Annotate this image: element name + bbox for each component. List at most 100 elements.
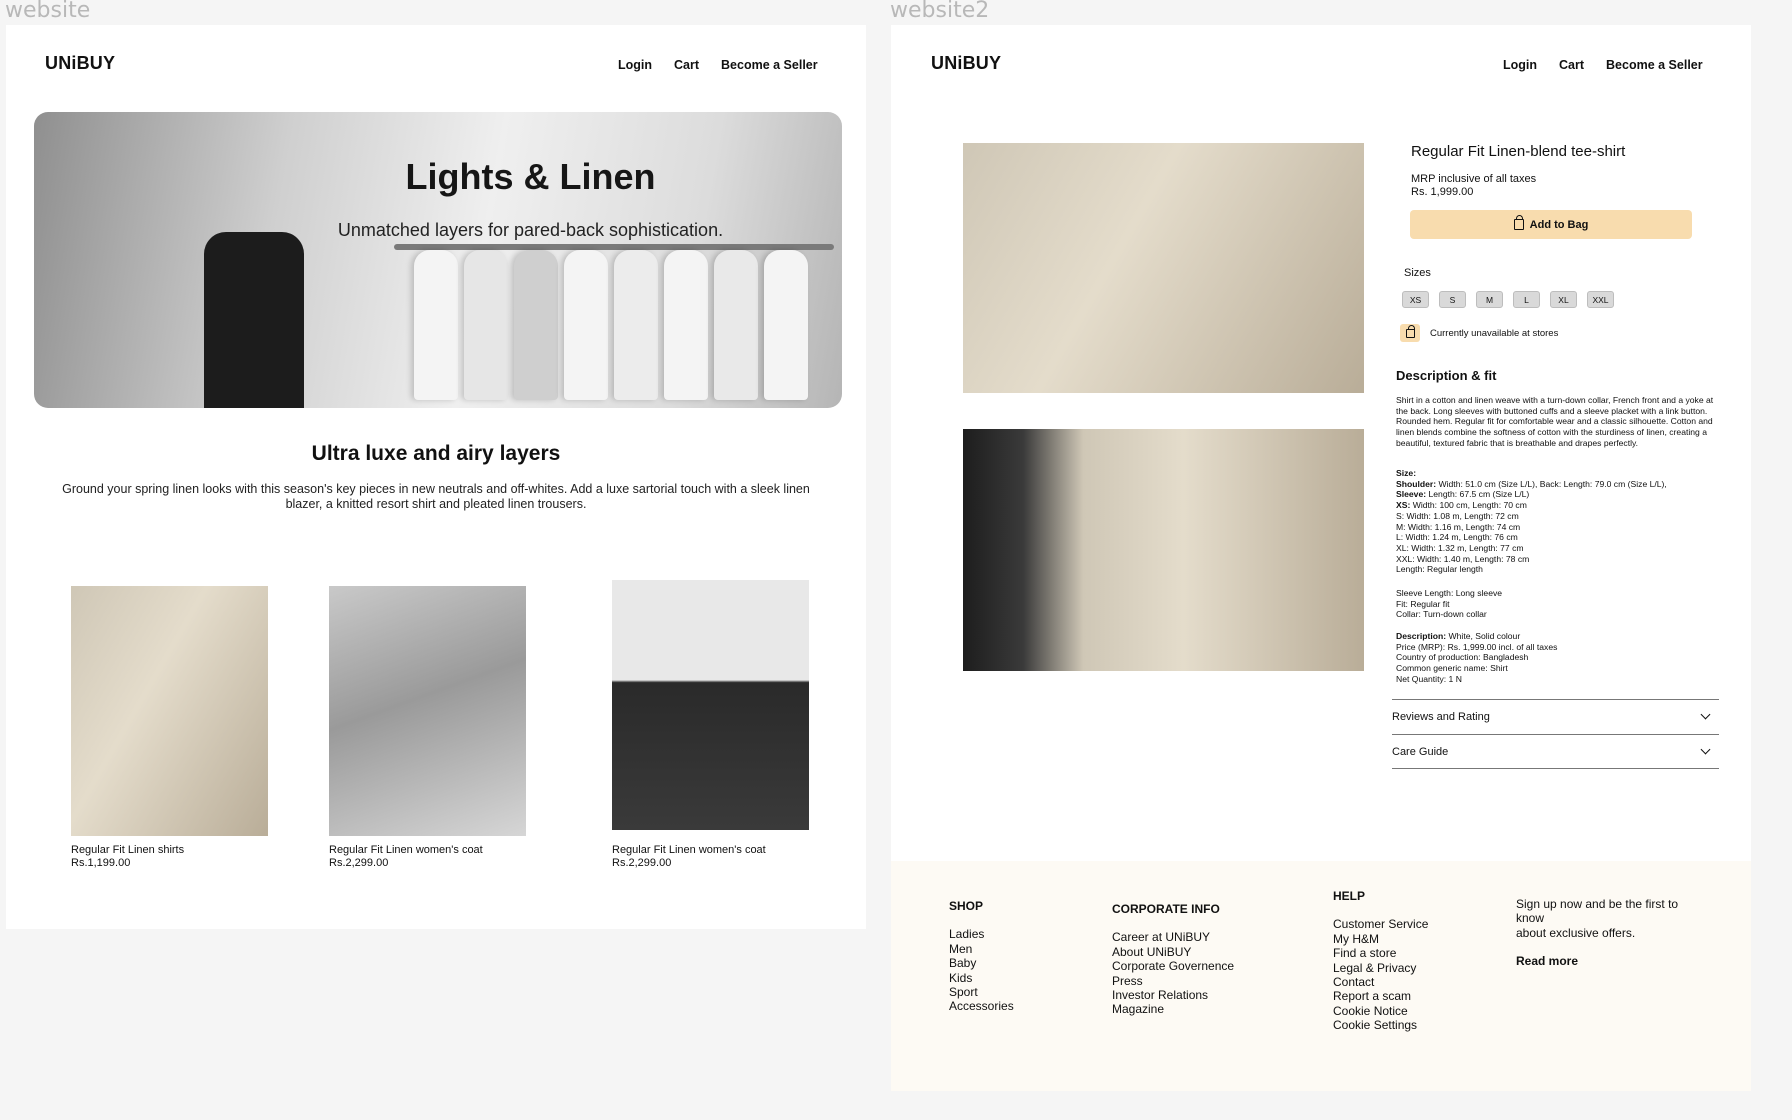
hero-photo-garment	[664, 250, 708, 400]
footer-corporate-column: CORPORATE INFO Career at UNiBUY About UN…	[1112, 902, 1234, 1017]
care-guide-accordion[interactable]: Care Guide	[1392, 734, 1719, 768]
fit-line: Sleeve Length: Long sleeve	[1396, 588, 1503, 598]
mrp-note: MRP inclusive of all taxes	[1411, 173, 1537, 185]
footer-corporate-title: CORPORATE INFO	[1112, 902, 1220, 916]
hero-title: Lights & Linen	[405, 156, 656, 197]
product-card[interactable]: Regular Fit Linen women's coat Rs.2,299.…	[612, 580, 812, 869]
desc-label: Description:	[1396, 631, 1447, 641]
store-status-text: Currently unavailable at stores	[1430, 327, 1559, 339]
footer-link[interactable]: Legal & Privacy	[1333, 961, 1428, 975]
hero-photo-garment	[564, 250, 608, 400]
footer-link[interactable]: Press	[1112, 974, 1234, 988]
reviews-accordion-label: Reviews and Rating	[1392, 710, 1490, 723]
care-guide-accordion-label: Care Guide	[1392, 745, 1449, 758]
nav-cart-link[interactable]: Cart	[674, 58, 699, 72]
section-title: Ultra luxe and airy layers	[311, 442, 561, 465]
read-more-link[interactable]: Read more	[1516, 954, 1701, 968]
accordion-divider	[1392, 768, 1719, 769]
product-image-secondary[interactable]	[963, 429, 1364, 671]
product-card[interactable]: Regular Fit Linen shirts Rs.1,199.00	[71, 586, 271, 869]
add-to-bag-button[interactable]: Add to Bag	[1410, 210, 1692, 239]
size-heading: Size:	[1396, 468, 1417, 478]
footer-link[interactable]: Men	[949, 942, 1014, 956]
size-option-s[interactable]: S	[1439, 291, 1466, 308]
hero-banner: Lights & Linen Unmatched layers for pare…	[34, 112, 842, 408]
footer-link[interactable]: Baby	[949, 956, 1014, 970]
fit-details: Sleeve Length: Long sleeve Fit: Regular …	[1396, 588, 1721, 620]
meta-line: Country of production: Bangladesh	[1396, 652, 1529, 663]
frame-label-website: website	[5, 0, 91, 23]
footer-link[interactable]: Career at UNiBUY	[1112, 930, 1234, 944]
product-image[interactable]	[329, 586, 526, 836]
size-option-m[interactable]: M	[1476, 291, 1503, 308]
product-name[interactable]: Regular Fit Linen women's coat	[329, 844, 529, 856]
footer-link[interactable]: Contact	[1333, 975, 1428, 989]
meta-line: Common generic name: Shirt	[1396, 663, 1508, 674]
sizes-label: Sizes	[1404, 267, 1431, 279]
footer-link[interactable]: Cookie Notice	[1333, 1004, 1428, 1018]
reviews-accordion[interactable]: Reviews and Rating	[1392, 699, 1719, 733]
footer-link[interactable]: Report a scam	[1333, 989, 1428, 1003]
section-description: Ground your spring linen looks with this…	[62, 482, 810, 511]
nav-become-seller-link[interactable]: Become a Seller	[1606, 58, 1703, 72]
footer-link[interactable]: My H&M	[1333, 932, 1428, 946]
size-line: Length: Regular length	[1396, 564, 1483, 575]
product-price: Rs.2,299.00	[329, 857, 389, 869]
signup-text: about exclusive offers.	[1516, 925, 1636, 940]
product-image-primary[interactable]	[963, 143, 1364, 393]
footer-link[interactable]: About UNiBUY	[1112, 945, 1234, 959]
footer-shop-title: SHOP	[949, 899, 984, 913]
footer-link[interactable]: Corporate Governence	[1112, 959, 1234, 973]
hero-photo-garment	[514, 250, 558, 400]
size-line: M: Width: 1.16 m, Length: 74 cm	[1396, 521, 1521, 532]
product-name[interactable]: Regular Fit Linen shirts	[71, 844, 271, 856]
footer-link[interactable]: Ladies	[949, 927, 1014, 941]
meta-line: Net Quantity: 1 N	[1396, 673, 1462, 684]
size-line: S: Width: 1.08 m, Length: 72 cm	[1396, 510, 1519, 521]
product-price: Rs.2,299.00	[612, 857, 672, 869]
shopping-bag-icon	[1513, 215, 1524, 230]
product-image[interactable]	[612, 580, 809, 830]
hero-subtitle: Unmatched layers for pared-back sophisti…	[337, 220, 724, 240]
nav-login-link[interactable]: Login	[1503, 58, 1537, 72]
nav-become-seller-link[interactable]: Become a Seller	[721, 58, 818, 72]
product-image[interactable]	[71, 586, 268, 836]
product-price: Rs.1,199.00	[71, 857, 131, 869]
footer-help-column: HELP Customer Service My H&M Find a stor…	[1333, 889, 1428, 1033]
size-line: L: Width: 1.24 m, Length: 76 cm	[1396, 532, 1518, 543]
footer-link[interactable]: Magazine	[1112, 1002, 1234, 1016]
footer-link[interactable]: Investor Relations	[1112, 988, 1234, 1002]
footer-link[interactable]: Cookie Settings	[1333, 1018, 1428, 1032]
footer-link[interactable]: Sport	[949, 985, 1014, 999]
footer-link[interactable]: Customer Service	[1333, 917, 1428, 931]
brand-logo[interactable]: UNiBUY	[45, 53, 115, 74]
size-option-xs[interactable]: XS	[1402, 291, 1429, 308]
size-option-xl[interactable]: XL	[1550, 291, 1577, 308]
product-card[interactable]: Regular Fit Linen women's coat Rs.2,299.…	[329, 586, 529, 869]
footer-link[interactable]: Find a store	[1333, 946, 1428, 960]
size-option-l[interactable]: L	[1513, 291, 1540, 308]
product-name[interactable]: Regular Fit Linen women's coat	[612, 844, 812, 856]
hero-photo-garment	[714, 250, 758, 400]
landing-page-frame: UNiBUY Login Cart Become a Seller Lights…	[6, 25, 866, 929]
description-text: Shirt in a cotton and linen weave with a…	[1396, 395, 1714, 448]
footer-link[interactable]: Kids	[949, 971, 1014, 985]
nav-cart-link[interactable]: Cart	[1559, 58, 1584, 72]
store-availability: Currently unavailable at stores	[1400, 324, 1558, 342]
hero-photo-garment	[464, 250, 508, 400]
chevron-down-icon	[1700, 744, 1711, 755]
chevron-down-icon	[1700, 709, 1711, 720]
footer: SHOP Ladies Men Baby Kids Sport Accessor…	[891, 861, 1751, 1091]
nav-login-link[interactable]: Login	[618, 58, 652, 72]
hero-photo-garment	[414, 250, 458, 400]
xs-value: Width: 100 cm, Length: 70 cm	[1412, 500, 1527, 511]
footer-signup-column: Sign up now and be the first to know abo…	[1516, 897, 1701, 969]
frame-label-website2: website2	[890, 0, 990, 23]
footer-link[interactable]: Accessories	[949, 999, 1014, 1013]
hero-photo-garment	[614, 250, 658, 400]
brand-logo[interactable]: UNiBUY	[931, 53, 1001, 74]
description-title: Description & fit	[1396, 368, 1497, 383]
size-option-xxl[interactable]: XXL	[1587, 291, 1614, 308]
product-meta: Description: White, Solid colour Price (…	[1396, 631, 1721, 685]
footer-shop-column: SHOP Ladies Men Baby Kids Sport Accessor…	[949, 899, 1014, 1014]
